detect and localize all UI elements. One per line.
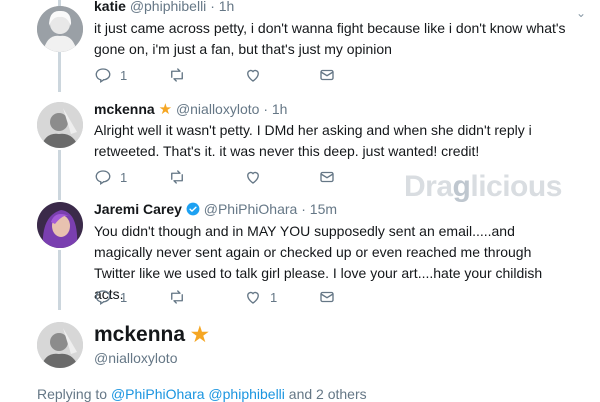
retweet-button[interactable]: [168, 66, 194, 84]
avatar[interactable]: [37, 202, 83, 248]
tweet-text: it just came across petty, i don't wanna…: [94, 20, 566, 57]
like-icon: [244, 168, 262, 186]
watermark-text: Dra: [404, 170, 453, 203]
timestamp[interactable]: 1h: [272, 101, 288, 117]
display-name[interactable]: mckenna: [94, 323, 185, 346]
reply-icon: [94, 66, 112, 84]
separator-dot: ·: [263, 101, 268, 117]
timestamp[interactable]: 15m: [310, 201, 337, 217]
retweet-icon: [168, 168, 186, 186]
dm-icon: [318, 288, 336, 306]
timestamp[interactable]: 1h: [219, 0, 235, 14]
verified-icon: [186, 202, 200, 216]
display-name[interactable]: katie: [94, 0, 126, 14]
star-badge: ★: [190, 324, 209, 346]
dm-button[interactable]: [318, 288, 336, 306]
like-button[interactable]: [244, 168, 270, 186]
tweet-actions: 1: [94, 66, 354, 86]
display-name[interactable]: Jaremi Carey: [94, 201, 182, 217]
main-user-handle[interactable]: @nialloxyloto: [94, 350, 177, 366]
tweet-actions: 1 1: [94, 288, 354, 308]
like-button[interactable]: 1: [244, 288, 277, 306]
separator-dot: ·: [210, 0, 215, 14]
reply-icon: [94, 168, 112, 186]
reply-count: 1: [120, 169, 128, 185]
like-icon: [244, 66, 262, 84]
tweet-text: Alright well it wasn't petty. I DMd her …: [94, 122, 532, 159]
avatar[interactable]: [37, 102, 83, 148]
reply-count: 1: [120, 289, 128, 305]
thread-line: [58, 52, 61, 92]
dm-button[interactable]: [318, 66, 336, 84]
tweet-header: katie @phiphibelli · 1h: [94, 0, 234, 14]
reply-count: 1: [120, 67, 128, 83]
dm-button[interactable]: [318, 168, 336, 186]
tweet-actions: 1: [94, 168, 354, 188]
dm-icon: [318, 168, 336, 186]
tweet-header: mckenna ★ @nialloxyloto · 1h: [94, 100, 287, 118]
like-icon: [244, 288, 262, 306]
user-handle[interactable]: @phiphibelli: [130, 0, 206, 14]
retweet-button[interactable]: [168, 168, 194, 186]
avatar[interactable]: [37, 322, 83, 368]
star-badge: ★: [158, 101, 173, 118]
avatar[interactable]: [37, 6, 83, 52]
user-handle[interactable]: @nialloxyloto: [176, 101, 259, 117]
reply-button[interactable]: 1: [94, 66, 127, 84]
retweet-button[interactable]: [168, 288, 194, 306]
dm-icon: [318, 66, 336, 84]
retweet-icon: [168, 288, 186, 306]
retweet-icon: [168, 66, 186, 84]
reply-icon: [94, 288, 112, 306]
watermark-text: g: [452, 170, 471, 203]
reply-button[interactable]: 1: [94, 168, 127, 186]
like-button[interactable]: [244, 66, 270, 84]
reply-button[interactable]: 1: [94, 288, 127, 306]
like-count: 1: [270, 289, 278, 305]
tweet-header: Jaremi Carey @PhiPhiOhara · 15m: [94, 201, 337, 217]
user-handle[interactable]: @PhiPhiOhara: [204, 201, 298, 217]
display-name[interactable]: mckenna: [94, 101, 155, 117]
chevron-down-icon[interactable]: ⌄: [576, 6, 586, 20]
thread-line: [58, 150, 61, 200]
separator-dot: ·: [301, 201, 306, 217]
main-display-name[interactable]: mckenna ★: [94, 322, 209, 347]
thread-line: [58, 250, 61, 310]
watermark-text: licious: [470, 170, 562, 203]
watermark-logo: Draglicious: [404, 170, 562, 204]
